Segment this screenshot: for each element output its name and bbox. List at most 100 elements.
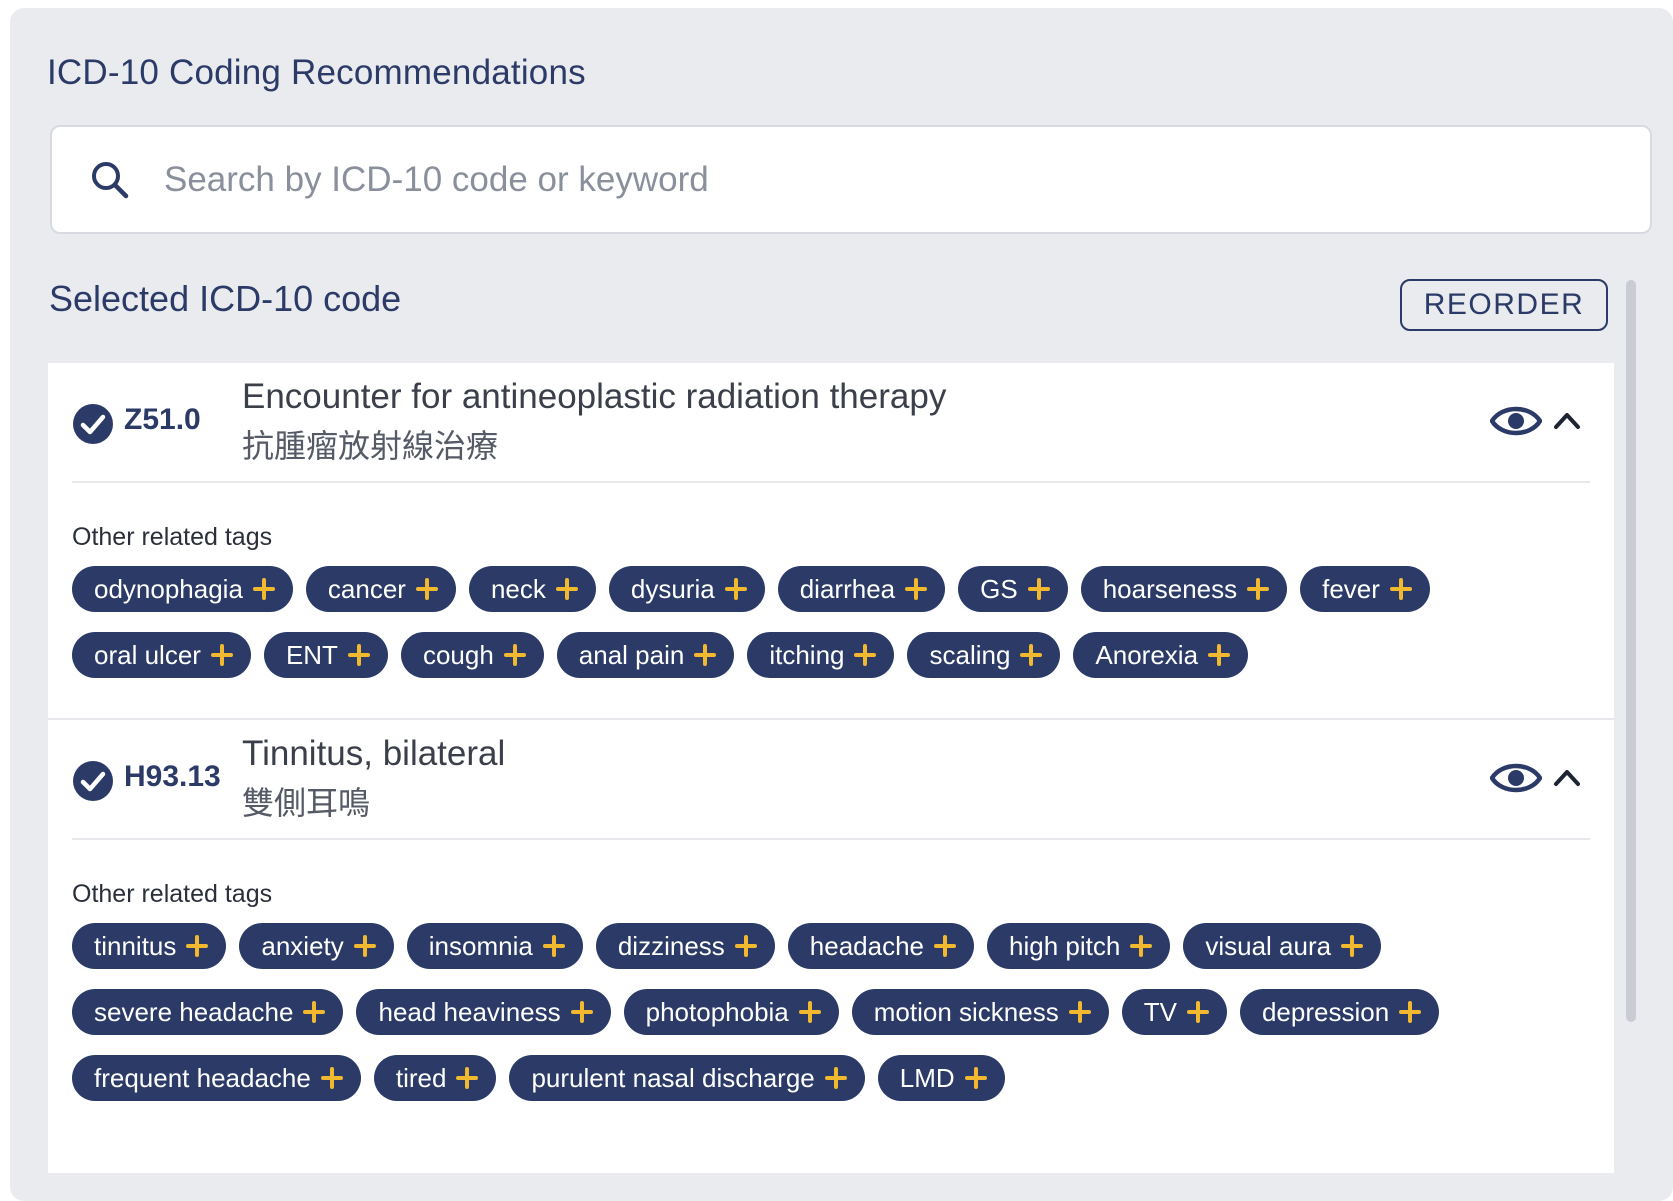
plus-icon (186, 935, 209, 957)
tag-label: insomnia (428, 930, 533, 961)
tag-chip[interactable]: hoarseness (1080, 566, 1288, 612)
plus-icon (210, 644, 233, 666)
code-card: H93.13 Tinnitus, bilateral 雙側耳鳴 Other re… (48, 718, 1614, 1141)
plus-icon (1130, 935, 1153, 957)
plus-icon (1208, 644, 1231, 666)
tag-chip[interactable]: visual aura (1183, 923, 1382, 969)
tag-chip[interactable]: dizziness (595, 923, 775, 969)
plus-icon (798, 1001, 821, 1023)
tag-label: tired (395, 1062, 447, 1093)
tag-list: odynophagia cancer neck dysuria diarrhea GS ho… (72, 566, 1590, 678)
tag-label: dizziness (617, 930, 725, 961)
plus-icon (542, 935, 565, 957)
tag-label: photophobia (645, 996, 789, 1027)
tag-chip[interactable]: severe headache (72, 989, 344, 1035)
panel-title: ICD-10 Coding Recommendations (47, 53, 586, 92)
code-id: H93.13 (124, 760, 221, 793)
plus-icon (353, 935, 376, 957)
tag-chip[interactable]: anal pain (556, 632, 735, 678)
code-card-body: Other related tags tinnitus anxiety insomn… (48, 840, 1614, 1141)
plus-icon (570, 1001, 593, 1023)
scrollbar[interactable] (1626, 280, 1636, 1022)
tag-chip[interactable]: cough (400, 632, 544, 678)
plus-icon (252, 578, 275, 600)
tag-chip[interactable]: head heaviness (356, 989, 611, 1035)
tag-chip[interactable]: GS (958, 566, 1068, 612)
tag-label: purulent nasal discharge (531, 1062, 815, 1093)
plus-icon (347, 644, 370, 666)
search-input[interactable] (164, 141, 1624, 219)
tag-chip[interactable]: headache (787, 923, 975, 969)
selected-codes-list: Z51.0 Encounter for antineoplastic radia… (48, 363, 1614, 1173)
tag-chip[interactable]: diarrhea (777, 566, 946, 612)
tag-chip[interactable]: itching (747, 632, 895, 678)
tag-label: tinnitus (94, 930, 177, 961)
tag-chip[interactable]: neck (468, 566, 596, 612)
plus-icon (303, 1001, 326, 1023)
tag-chip[interactable]: purulent nasal discharge (509, 1055, 865, 1101)
tag-label: cancer (327, 573, 406, 604)
tag-chip[interactable]: oral ulcer (72, 632, 251, 678)
plus-icon (1020, 644, 1043, 666)
tag-chip[interactable]: odynophagia (72, 566, 293, 612)
tag-label: anal pain (578, 639, 685, 670)
plus-icon (724, 578, 747, 600)
tag-chip[interactable]: anxiety (239, 923, 394, 969)
tag-label: motion sickness (873, 996, 1059, 1027)
tag-label: oral ulcer (94, 639, 201, 670)
tag-chip[interactable]: scaling (907, 632, 1061, 678)
tag-chip[interactable]: tired (373, 1055, 497, 1101)
plus-icon (934, 935, 957, 957)
tag-chip[interactable]: fever (1300, 566, 1430, 612)
plus-icon (1068, 1001, 1091, 1023)
tag-chip[interactable]: dysuria (608, 566, 765, 612)
plus-icon (1247, 578, 1270, 600)
plus-icon (905, 578, 928, 600)
tag-chip[interactable]: motion sickness (851, 989, 1109, 1035)
tag-chip[interactable]: high pitch (987, 923, 1171, 969)
tag-label: cough (422, 639, 494, 670)
tag-label: GS (980, 573, 1018, 604)
tag-chip[interactable]: cancer (305, 566, 456, 612)
tag-label: anxiety (261, 930, 344, 961)
plus-icon (503, 644, 526, 666)
search-box[interactable] (50, 125, 1652, 234)
plus-icon (1389, 578, 1412, 600)
check-circle-icon[interactable] (72, 760, 114, 802)
chevron-up-icon[interactable] (1552, 407, 1582, 433)
tag-label: severe headache (94, 996, 294, 1027)
chevron-up-icon[interactable] (1552, 764, 1582, 790)
tags-label: Other related tags (72, 523, 273, 551)
code-card-body: Other related tags odynophagia cancer neck… (48, 483, 1614, 718)
plus-icon (415, 578, 438, 600)
tag-chip[interactable]: frequent headache (72, 1055, 361, 1101)
plus-icon (824, 1067, 847, 1089)
tag-label: fever (1322, 573, 1380, 604)
tag-list: tinnitus anxiety insomnia dizziness headache… (72, 923, 1590, 1101)
eye-icon[interactable] (1490, 758, 1542, 798)
eye-icon[interactable] (1490, 401, 1542, 441)
tag-chip[interactable]: photophobia (623, 989, 839, 1035)
tag-label: TV (1143, 996, 1177, 1027)
plus-icon (1027, 578, 1050, 600)
reorder-button[interactable]: REORDER (1400, 279, 1608, 331)
tag-label: neck (490, 573, 546, 604)
tag-chip[interactable]: insomnia (406, 923, 583, 969)
tag-chip[interactable]: Anorexia (1073, 632, 1249, 678)
plus-icon (734, 935, 757, 957)
plus-icon (964, 1067, 987, 1089)
tag-label: head heaviness (378, 996, 561, 1027)
code-name-en: Tinnitus, bilateral (242, 734, 506, 773)
tag-label: high pitch (1009, 930, 1121, 961)
check-circle-icon[interactable] (72, 403, 114, 445)
plus-icon (320, 1067, 343, 1089)
tag-chip[interactable]: LMD (877, 1055, 1005, 1101)
tag-label: depression (1261, 996, 1390, 1027)
tag-chip[interactable]: TV (1121, 989, 1227, 1035)
tag-label: headache (809, 930, 925, 961)
tag-chip[interactable]: tinnitus (72, 923, 227, 969)
tag-label: Anorexia (1095, 639, 1199, 670)
tag-chip[interactable]: depression (1239, 989, 1440, 1035)
tag-chip[interactable]: ENT (263, 632, 388, 678)
tag-label: ENT (285, 639, 338, 670)
